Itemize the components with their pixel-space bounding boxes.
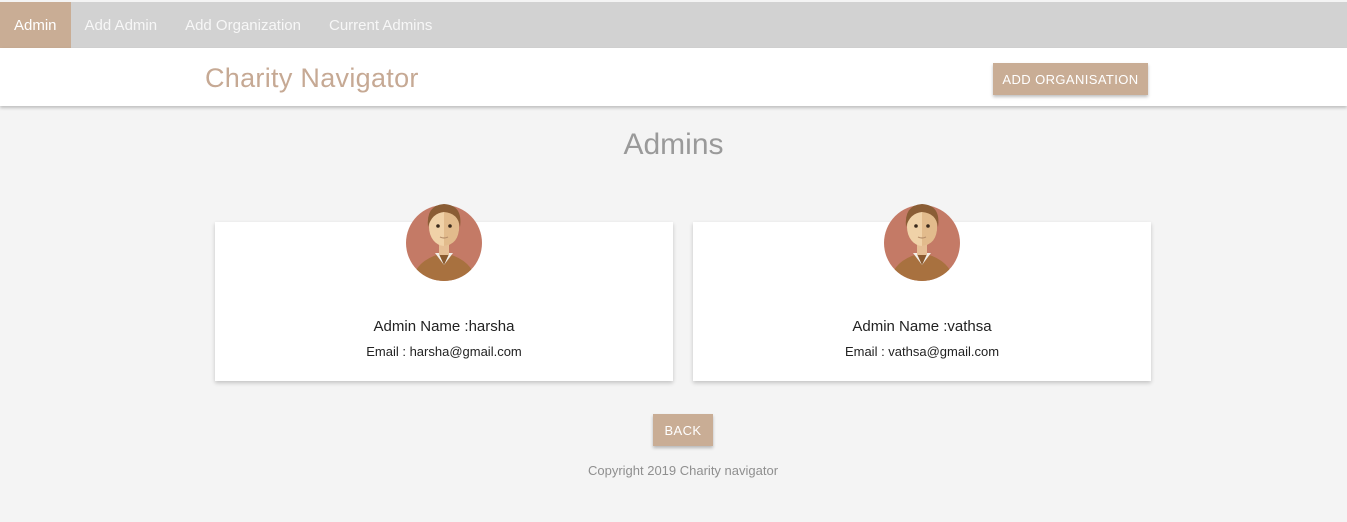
add-organisation-button[interactable]: ADD ORGANISATION [993,63,1148,95]
top-navigation: Admin Add Admin Add Organization Current… [0,2,1347,48]
admin-card: Admin Name :vathsa Email : vathsa@gmail.… [693,204,1151,381]
male-user-avatar-icon [406,204,482,281]
admin-email: Email : vathsa@gmail.com [844,344,1000,359]
header-bar: Charity Navigator ADD ORGANISATION [0,48,1347,106]
nav-item-current-admins[interactable]: Current Admins [315,2,446,48]
footer-copyright: Copyright 2019 Charity navigator [587,463,779,478]
admin-card: Admin Name :harsha Email : harsha@gmail.… [215,204,673,381]
admin-name: Admin Name :harsha [373,318,515,335]
brand-title[interactable]: Charity Navigator [205,63,419,94]
admin-name: Admin Name :vathsa [852,318,992,335]
back-button[interactable]: BACK [653,414,713,446]
admin-email: Email : harsha@gmail.com [366,344,522,359]
nav-item-admin[interactable]: Admin [0,2,71,48]
page-title: Admins [623,128,724,161]
nav-item-add-admin[interactable]: Add Admin [71,2,172,48]
nav-item-add-organization[interactable]: Add Organization [171,2,315,48]
male-user-avatar-icon [884,204,960,281]
